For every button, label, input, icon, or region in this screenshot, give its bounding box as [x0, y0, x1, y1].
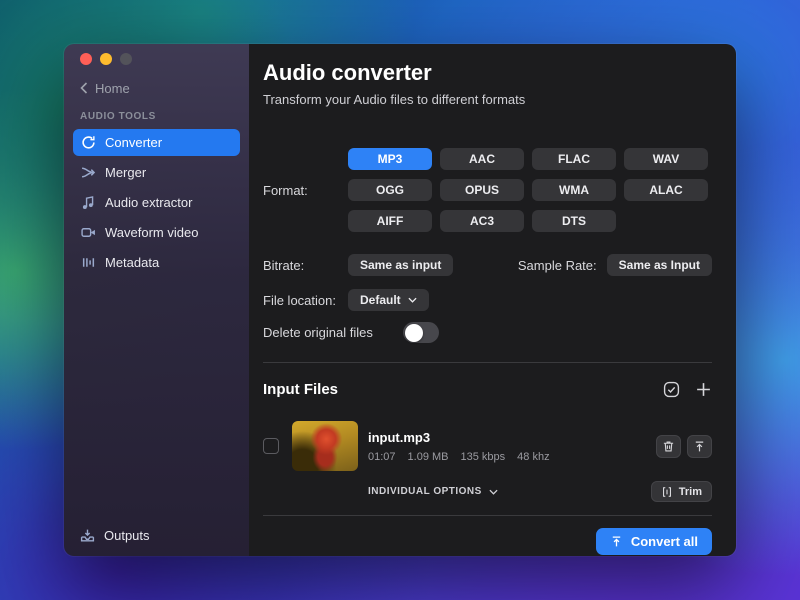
sidebar-item-audio-extractor[interactable]: Audio extractor — [73, 189, 240, 216]
trim-button[interactable]: Trim — [650, 481, 712, 502]
convert-all-label: Convert all — [630, 534, 698, 549]
file-duration: 01:07 — [368, 450, 396, 463]
individual-options-disclosure[interactable]: INDIVIDUAL OPTIONS — [368, 486, 498, 497]
back-home-button[interactable]: Home — [64, 79, 249, 97]
sidebar-item-label: Outputs — [104, 527, 150, 543]
format-option-opus[interactable]: OPUS — [440, 179, 524, 201]
delete-file-button[interactable] — [656, 434, 681, 458]
bitrate-button[interactable]: Same as input — [348, 254, 454, 276]
video-camera-icon — [81, 225, 96, 240]
app-window: Home AUDIO TOOLS Converter Merger Audio … — [64, 44, 736, 556]
file-location-label: File location: — [263, 292, 336, 308]
format-option-mp3[interactable]: MP3 — [348, 148, 432, 170]
file-size: 1.09 MB — [407, 450, 449, 463]
sidebar-item-merger[interactable]: Merger — [73, 159, 240, 186]
select-files-button[interactable] — [663, 381, 680, 398]
minimize-button[interactable] — [100, 53, 112, 65]
metadata-bars-icon — [81, 255, 96, 270]
page-subtitle: Transform your Audio files to different … — [263, 92, 526, 107]
sidebar-item-waveform-video[interactable]: Waveform video — [73, 219, 240, 246]
file-checkbox[interactable] — [263, 438, 279, 454]
sidebar-item-converter[interactable]: Converter — [73, 129, 240, 156]
format-option-ac3[interactable]: AC3 — [440, 210, 524, 232]
file-bitrate: 135 kbps — [460, 450, 506, 463]
format-option-wma[interactable]: WMA — [532, 179, 616, 201]
back-home-label: Home — [95, 80, 130, 96]
chevron-left-icon — [80, 82, 88, 94]
chevron-down-icon — [489, 489, 498, 495]
file-row-actions — [656, 434, 712, 458]
input-files-header: Input Files — [263, 377, 712, 401]
sidebar-item-label: Converter — [105, 135, 163, 150]
select-files-icon — [663, 381, 680, 397]
zoom-button[interactable] — [120, 53, 132, 65]
sample-rate-group: Sample Rate: Same as Input — [518, 254, 712, 276]
main-panel: Audio converter Transform your Audio fil… — [249, 44, 736, 556]
bitrate-setting-row: Bitrate: Same as input Sample Rate: Same… — [263, 254, 712, 276]
sidebar-item-metadata[interactable]: Metadata — [73, 249, 240, 276]
delete-original-label: Delete original files — [263, 325, 373, 340]
music-note-icon — [81, 195, 96, 210]
desktop-wallpaper: { "colors": { "accent": "#2e82f6", "traf… — [0, 0, 800, 600]
sidebar-nav: Converter Merger Audio extractor Wavefor… — [64, 129, 249, 276]
window-controls — [64, 44, 249, 69]
format-label: Format: — [263, 182, 308, 198]
format-option-ogg[interactable]: OGG — [348, 179, 432, 201]
convert-all-button[interactable]: Convert all — [595, 528, 712, 555]
file-name: input.mp3 — [368, 429, 431, 445]
sidebar-footer: Outputs — [64, 526, 249, 556]
file-location-setting-row: File location: Default — [263, 289, 712, 311]
add-files-button[interactable] — [695, 381, 712, 398]
format-option-dts[interactable]: DTS — [532, 210, 616, 232]
individual-options-label: INDIVIDUAL OPTIONS — [368, 486, 482, 497]
merger-icon — [81, 165, 96, 180]
format-options-grid: MP3 AAC FLAC WAV OGG OPUS WMA ALAC AIFF … — [348, 148, 708, 232]
file-thumbnail — [292, 421, 358, 471]
sidebar-item-label: Merger — [105, 165, 147, 180]
sidebar-item-label: Metadata — [105, 255, 160, 270]
file-location-dropdown[interactable]: Default — [348, 289, 429, 311]
divider — [263, 362, 712, 363]
file-samplerate: 48 khz — [517, 450, 550, 463]
format-setting-row: Format: MP3 AAC FLAC WAV OGG OPUS WMA AL… — [263, 148, 712, 232]
individual-options-row: INDIVIDUAL OPTIONS Trim — [263, 481, 712, 502]
add-files-icon — [697, 382, 710, 396]
trim-icon — [662, 486, 671, 497]
sidebar-section-label: AUDIO TOOLS — [80, 111, 156, 122]
outputs-tray-icon — [80, 528, 95, 543]
format-option-aac[interactable]: AAC — [440, 148, 524, 170]
format-option-aiff[interactable]: AIFF — [348, 210, 432, 232]
chevron-down-icon — [408, 297, 417, 303]
trim-button-label: Trim — [678, 485, 702, 498]
delete-original-toggle[interactable] — [402, 322, 439, 343]
sidebar-item-label: Waveform video — [105, 225, 199, 240]
format-option-wav[interactable]: WAV — [624, 148, 708, 170]
format-option-alac[interactable]: ALAC — [624, 179, 708, 201]
footer-row: Convert all — [263, 528, 712, 555]
export-icon — [695, 441, 704, 451]
upload-arrow-icon — [612, 536, 621, 547]
converter-icon — [81, 135, 96, 150]
divider — [263, 515, 712, 516]
delete-original-setting-row: Delete original files — [263, 322, 712, 343]
page-title: Audio converter — [263, 60, 432, 85]
format-option-flac[interactable]: FLAC — [532, 148, 616, 170]
toggle-knob — [404, 323, 423, 342]
sample-rate-button[interactable]: Same as Input — [606, 254, 712, 276]
sidebar-item-label: Audio extractor — [105, 195, 193, 210]
sidebar-item-outputs[interactable]: Outputs — [80, 526, 233, 544]
export-file-button[interactable] — [687, 434, 712, 458]
file-meta: 01:07 1.09 MB 135 kbps 48 khz — [368, 451, 550, 463]
close-button[interactable] — [80, 53, 92, 65]
input-files-actions — [663, 381, 712, 398]
sample-rate-label: Sample Rate: — [517, 257, 597, 273]
bitrate-label: Bitrate: — [263, 257, 305, 273]
input-files-title: Input Files — [263, 380, 338, 398]
file-info: input.mp3 01:07 1.09 MB 135 kbps 48 khz — [368, 430, 550, 463]
sidebar: Home AUDIO TOOLS Converter Merger Audio … — [64, 44, 249, 556]
file-location-value: Default — [360, 293, 401, 307]
file-row: input.mp3 01:07 1.09 MB 135 kbps 48 khz — [263, 421, 712, 471]
trash-icon — [663, 440, 674, 452]
